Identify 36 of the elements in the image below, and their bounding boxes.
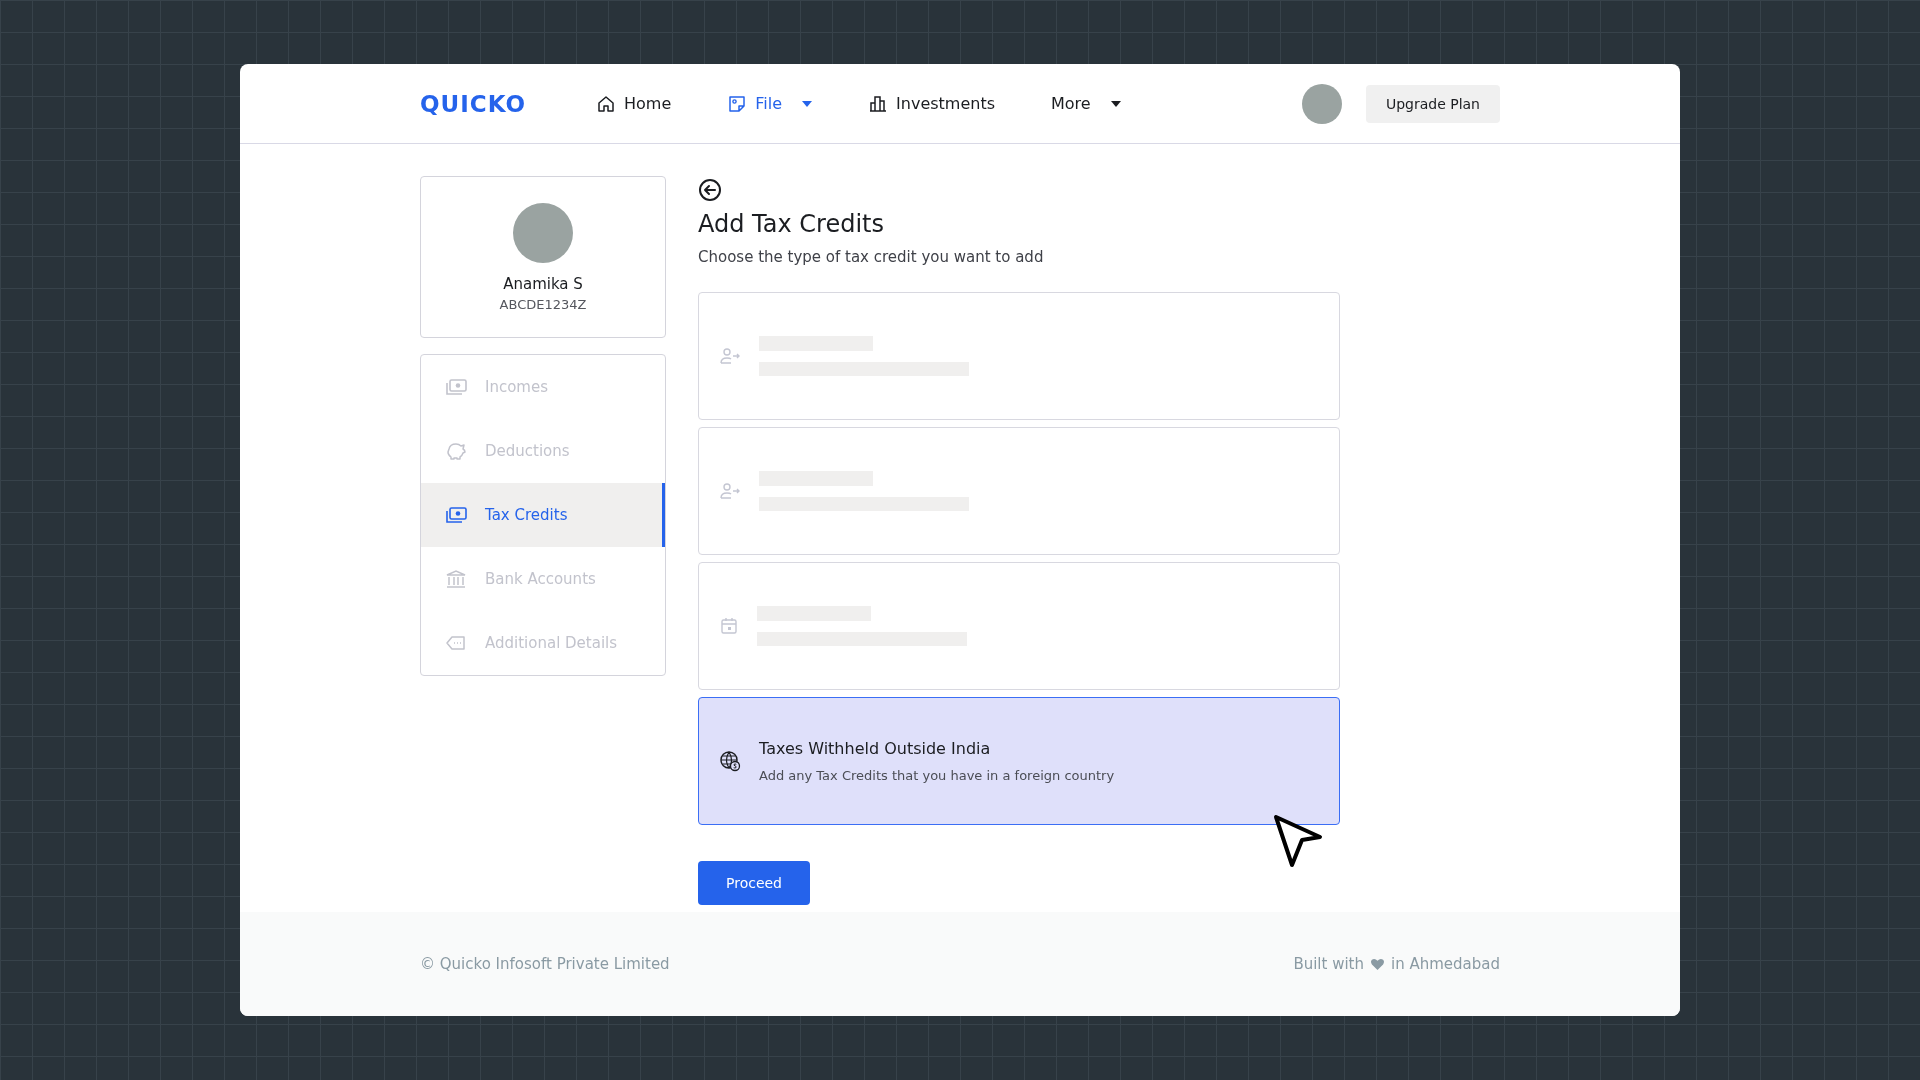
banknote-icon [445, 506, 467, 524]
nav-link[interactable]: Home [596, 93, 672, 114]
bar-chart-icon [868, 93, 889, 114]
person-arrow-icon [719, 347, 741, 365]
cursor-arrow-icon [1272, 813, 1324, 869]
tax-credit-option-card[interactable] [698, 292, 1340, 420]
heart-icon [1370, 957, 1385, 971]
copyright-text: © Quicko Infosoft Private Limited [420, 955, 670, 973]
calendar-icon [719, 616, 739, 636]
document-icon [727, 93, 748, 114]
tax-credit-option-card[interactable] [698, 427, 1340, 555]
avatar-photo-placeholder[interactable] [1301, 83, 1342, 124]
nav-link[interactable]: File [727, 93, 813, 114]
upgrade-plan-button[interactable]: Upgrade Plan [1365, 84, 1500, 123]
bank-icon [445, 569, 467, 589]
built-with-text: Built with [1293, 955, 1364, 973]
tax-credit-option-card[interactable] [698, 562, 1340, 690]
option-description: Add any Tax Credits that you have in a foreign country [759, 768, 1115, 783]
page-subtitle: Choose the type of tax credit you want to add [698, 248, 1045, 266]
person-arrow-icon [719, 482, 741, 500]
home-icon [596, 93, 616, 114]
quicko-logo[interactable]: QUICKO [420, 90, 526, 117]
page-title: Add Tax Credits [698, 210, 885, 238]
profile-name: Anamika S [503, 274, 583, 293]
tax-credit-option-card[interactable]: Taxes Withheld Outside India Add any Tax Credits that you have in a foreign country [698, 697, 1340, 825]
sidebar-item[interactable]: Tax Credits [421, 483, 665, 547]
option-title: Taxes Withheld Outside India [759, 739, 992, 758]
piggy-bank-icon [445, 441, 467, 461]
proceed-button[interactable]: Proceed [698, 861, 810, 905]
nav-link[interactable]: More [1051, 93, 1121, 114]
banknote-icon [445, 378, 467, 396]
pan-number: ABCDE1234Z [499, 296, 587, 312]
nav-link[interactable]: Investments [868, 93, 995, 114]
globe-coin-icon [719, 750, 741, 772]
location-text: in Ahmedabad [1391, 955, 1500, 973]
tag-icon [445, 634, 467, 652]
